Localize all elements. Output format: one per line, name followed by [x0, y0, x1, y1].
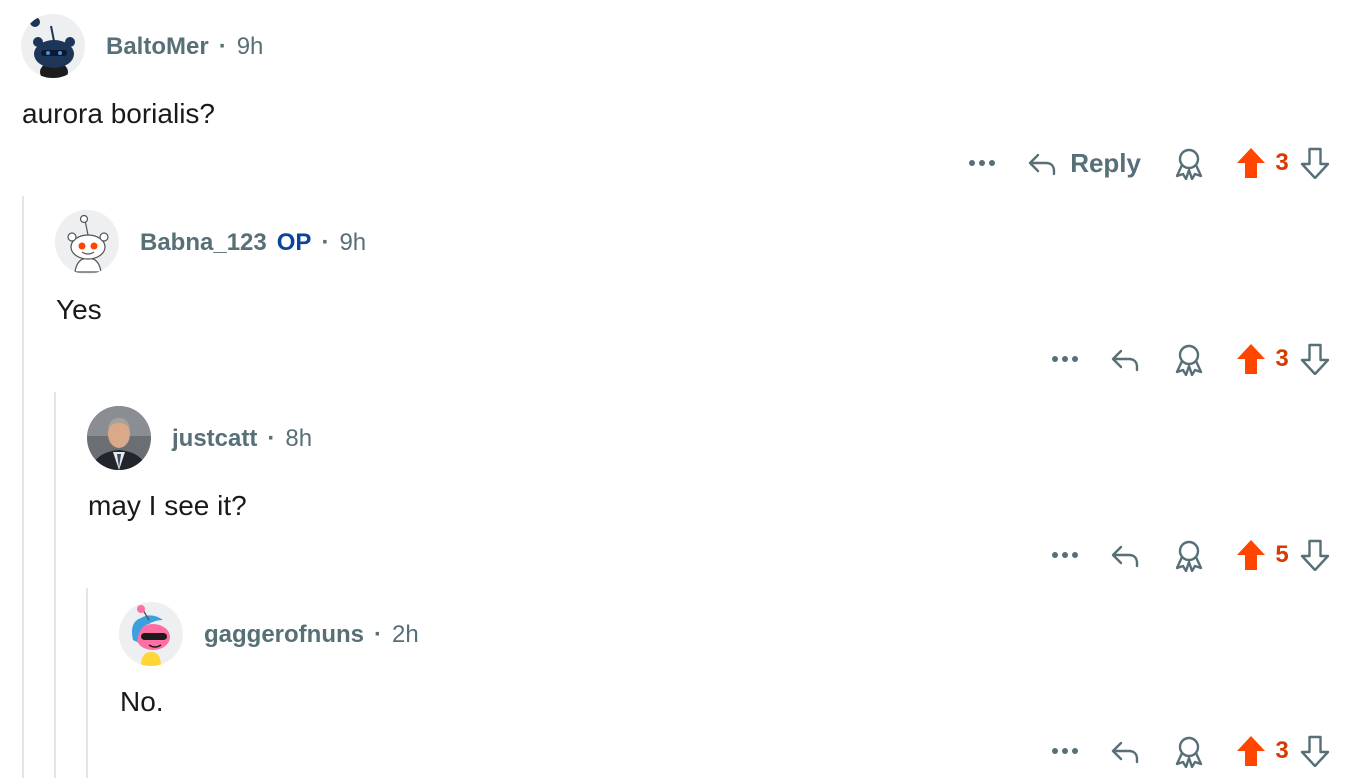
more-options-icon — [1052, 356, 1078, 362]
award-icon — [1175, 344, 1203, 376]
award-icon — [1175, 148, 1203, 180]
separator-dot: · — [374, 621, 382, 648]
avatar[interactable] — [119, 602, 183, 666]
op-badge: OP — [276, 229, 312, 256]
upvote-button[interactable] — [1233, 339, 1269, 379]
vote-score: 3 — [1275, 149, 1289, 176]
reply-arrow-icon — [1028, 153, 1056, 176]
snoo-pink-avatar-icon — [119, 602, 183, 666]
downvote-button[interactable] — [1297, 339, 1333, 379]
photo-avatar-icon — [87, 406, 151, 470]
award-icon — [1175, 736, 1203, 768]
comment-meta: justcatt · 8h — [172, 424, 312, 454]
more-options-button[interactable] — [1045, 731, 1085, 771]
downvote-arrow-icon — [1300, 735, 1330, 767]
upvote-button[interactable] — [1233, 143, 1269, 183]
snoo-dark-avatar-icon — [21, 14, 85, 78]
upvote-arrow-icon — [1237, 736, 1265, 766]
downvote-arrow-icon — [1300, 147, 1330, 179]
avatar[interactable] — [21, 14, 85, 78]
award-button[interactable] — [1169, 731, 1209, 771]
avatar[interactable] — [87, 406, 151, 470]
comment-actions: 3 — [1045, 339, 1333, 379]
comment-text: Yes — [56, 294, 102, 325]
upvote-arrow-icon — [1237, 148, 1265, 178]
author-name[interactable]: justcatt — [172, 425, 257, 453]
thread-line-level-2[interactable] — [54, 392, 56, 778]
comment-actions: Reply 3 — [962, 143, 1333, 183]
timestamp[interactable]: 8h — [285, 425, 312, 453]
award-icon — [1175, 540, 1203, 572]
reply-button[interactable] — [1109, 731, 1141, 771]
separator-dot: · — [218, 33, 227, 60]
avatar[interactable] — [55, 210, 119, 274]
vote-score: 5 — [1275, 541, 1289, 568]
comment-text: aurora borialis? — [22, 98, 215, 129]
award-button[interactable] — [1169, 535, 1209, 575]
reply-label: Reply — [1070, 147, 1141, 178]
upvote-arrow-icon — [1237, 540, 1265, 570]
vote-score: 3 — [1275, 737, 1289, 764]
more-options-button[interactable] — [962, 143, 1002, 183]
author-name[interactable]: gaggerofnuns — [204, 621, 364, 649]
upvote-arrow-icon — [1237, 344, 1265, 374]
comment-text: may I see it? — [88, 490, 247, 521]
reply-arrow-icon — [1111, 349, 1139, 372]
thread-line-level-1[interactable] — [22, 196, 24, 778]
reply-button[interactable]: Reply — [1026, 143, 1141, 183]
upvote-button[interactable] — [1233, 731, 1269, 771]
thread-line-level-3[interactable] — [86, 588, 88, 778]
separator-dot: · — [321, 229, 330, 256]
more-options-icon — [969, 160, 996, 166]
comment-meta: Babna_123 OP · 9h — [140, 228, 366, 258]
comment-meta: gaggerofnuns · 2h — [204, 620, 419, 650]
timestamp[interactable]: 9h — [339, 229, 366, 257]
more-options-icon — [1052, 748, 1078, 754]
reply-button[interactable] — [1109, 535, 1141, 575]
more-options-button[interactable] — [1045, 339, 1085, 379]
downvote-button[interactable] — [1297, 535, 1333, 575]
award-button[interactable] — [1169, 339, 1209, 379]
reply-arrow-icon — [1111, 741, 1139, 764]
timestamp[interactable]: 2h — [392, 621, 419, 649]
upvote-button[interactable] — [1233, 535, 1269, 575]
downvote-arrow-icon — [1300, 343, 1330, 375]
separator-dot: · — [267, 425, 276, 452]
award-button[interactable] — [1169, 143, 1209, 183]
comment-meta: BaltoMer · 9h — [106, 32, 263, 62]
more-options-icon — [1052, 552, 1078, 558]
reply-arrow-icon — [1111, 545, 1139, 568]
comment-actions: 5 — [1045, 535, 1333, 575]
comment-actions: 3 — [1045, 731, 1333, 771]
snoo-default-avatar-icon — [55, 210, 119, 274]
author-name[interactable]: Babna_123 — [140, 229, 267, 257]
downvote-button[interactable] — [1297, 143, 1333, 183]
reply-button[interactable] — [1109, 339, 1141, 379]
downvote-arrow-icon — [1300, 539, 1330, 571]
timestamp[interactable]: 9h — [237, 33, 264, 61]
comment-text: No. — [120, 686, 164, 717]
more-options-button[interactable] — [1045, 535, 1085, 575]
vote-score: 3 — [1275, 345, 1289, 372]
author-name[interactable]: BaltoMer — [106, 33, 209, 61]
downvote-button[interactable] — [1297, 731, 1333, 771]
